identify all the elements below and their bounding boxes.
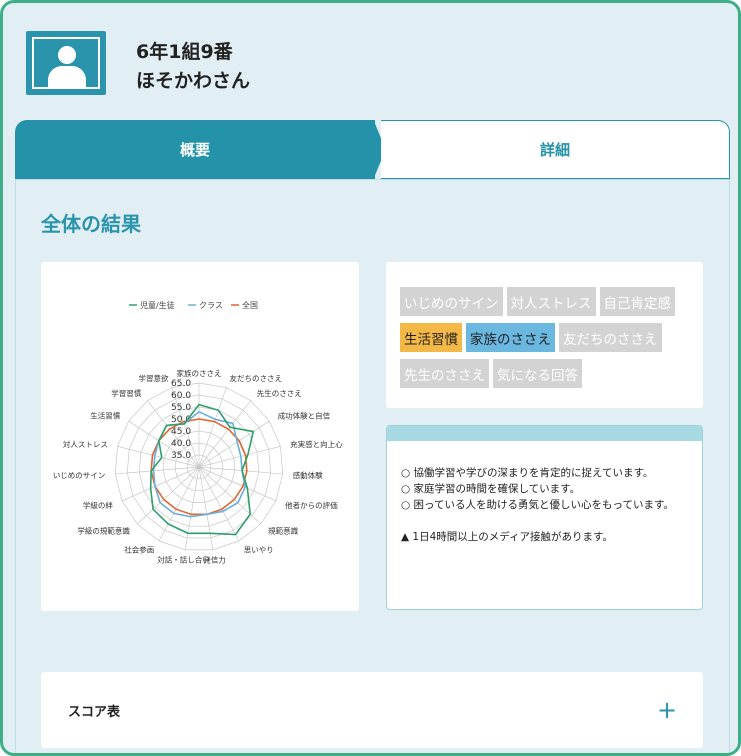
grid-spoke <box>136 466 200 525</box>
axis-label: 対話・話し合い <box>157 555 210 565</box>
tab-overview-label: 概要 <box>179 141 210 159</box>
tag-interpersonal-stress[interactable]: 対人ストレス <box>506 287 596 316</box>
axis-label: 友だちのささえ <box>230 373 282 383</box>
scale-label: 60.0 <box>171 391 191 401</box>
comment-line: ○ 困っている人を助ける勇気と優しい心をもっています。 <box>401 499 674 511</box>
plus-icon[interactable]: + <box>657 698 677 722</box>
axis-label: 学級の規範意識 <box>77 526 130 536</box>
grid-spoke <box>198 400 251 468</box>
grid-spoke <box>198 387 227 468</box>
score-table-toggle[interactable]: スコア表 + <box>41 672 703 748</box>
tag-teacher-support[interactable]: 先生のささえ <box>400 359 489 388</box>
tag-self-esteem[interactable]: 自己肯定感 <box>599 287 675 316</box>
tag-bullying-sign[interactable]: いじめのサイン <box>400 287 503 316</box>
tab-detail-label: 詳細 <box>539 141 570 159</box>
axis-label: 学習習慣 <box>111 388 141 398</box>
axis-label: 学級の絆 <box>83 500 113 510</box>
scale-label: 45.0 <box>171 427 191 437</box>
alert-line: ▲ 1日4時間以上のメディア接触があります。 <box>401 531 613 543</box>
scale-label: 35.0 <box>171 451 191 461</box>
axis-label: 充実感と向上心 <box>290 439 343 449</box>
axis-label: 他者からの評価 <box>285 500 338 510</box>
axis-label: 生活習慣 <box>90 411 120 421</box>
section-title: 全体の結果 <box>41 212 141 236</box>
comments-card-header <box>387 426 702 441</box>
tag-friend-support[interactable]: 友だちのささえ <box>559 323 662 352</box>
axis-label: 感動体験 <box>293 470 323 480</box>
radar-chart: 児童/生徒 クラス 全国65.060.055.050.045.040.035.0家族… <box>53 300 343 565</box>
student-name: ほそかわさん <box>136 70 251 92</box>
tag-lifestyle-habits[interactable]: 生活習慣 <box>400 323 462 352</box>
tag-row: 先生のささえ 気になる回答 <box>400 359 703 388</box>
comments-card: ○ 協働学習や学びの深まりを肯定的に捉えています。 ○ 家庭学習の時間を確保して… <box>386 425 703 610</box>
comment-line: ○ 家庭学習の時間を確保しています。 <box>401 483 581 495</box>
tag-concerning-answers[interactable]: 気になる回答 <box>493 359 582 388</box>
axis-label: 家族のささえ <box>177 368 222 378</box>
comments-body: ○ 協働学習や学びの深まりを肯定的に捉えています。 ○ 家庭学習の時間を確保して… <box>387 441 702 545</box>
tag-row: いじめのサイン 対人ストレス 自己肯定感 <box>400 287 703 316</box>
tags-card: いじめのサイン 対人ストレス 自己肯定感 生活習慣 家族のささえ 友だちのささえ… <box>386 262 703 408</box>
comment-line: ○ 協働学習や学びの深まりを肯定的に捉えています。 <box>401 467 654 479</box>
avatar-icon <box>26 31 106 95</box>
scale-label: 65.0 <box>171 379 191 389</box>
axis-label: 学習意欲 <box>138 373 168 383</box>
tab-overview[interactable]: 概要 <box>15 120 375 179</box>
student-class-number: 6年1組9番 <box>136 41 233 63</box>
tag-family-support[interactable]: 家族のささえ <box>466 323 555 352</box>
scale-label: 55.0 <box>171 403 191 413</box>
axis-label: 先生のささえ <box>257 388 302 398</box>
tag-row: 生活習慣 家族のささえ 友だちのささえ <box>400 323 703 352</box>
axis-label: 規範意識 <box>268 526 298 536</box>
legend-label: 児童/生徒 <box>140 300 175 310</box>
radar-chart-card: 児童/生徒 クラス 全国 65.0 60.0 55.0 50.0 45.0 40.0 35.0 家族… <box>41 262 359 611</box>
axis-label: いじめのサイン <box>53 471 106 480</box>
app-frame: 6年1組9番 ほそかわさん 概要 詳細 全体の結果 児童/生徒 クラス 全国 65.0… <box>0 0 741 756</box>
legend-label: クラス <box>199 301 223 310</box>
axis-label: 対人ストレス <box>63 439 108 449</box>
scale-label: 40.0 <box>171 439 191 449</box>
axis-label: 思いやり <box>244 546 274 555</box>
grid-spoke <box>198 466 262 525</box>
score-table-label: スコア表 <box>68 705 121 720</box>
axis-label: 成功体験と自信 <box>278 411 331 421</box>
legend-label: 全国 <box>242 300 258 310</box>
axis-label: 社会参画 <box>124 545 154 555</box>
tab-bar: 概要 詳細 <box>15 120 730 180</box>
tab-detail[interactable]: 詳細 <box>381 120 730 179</box>
